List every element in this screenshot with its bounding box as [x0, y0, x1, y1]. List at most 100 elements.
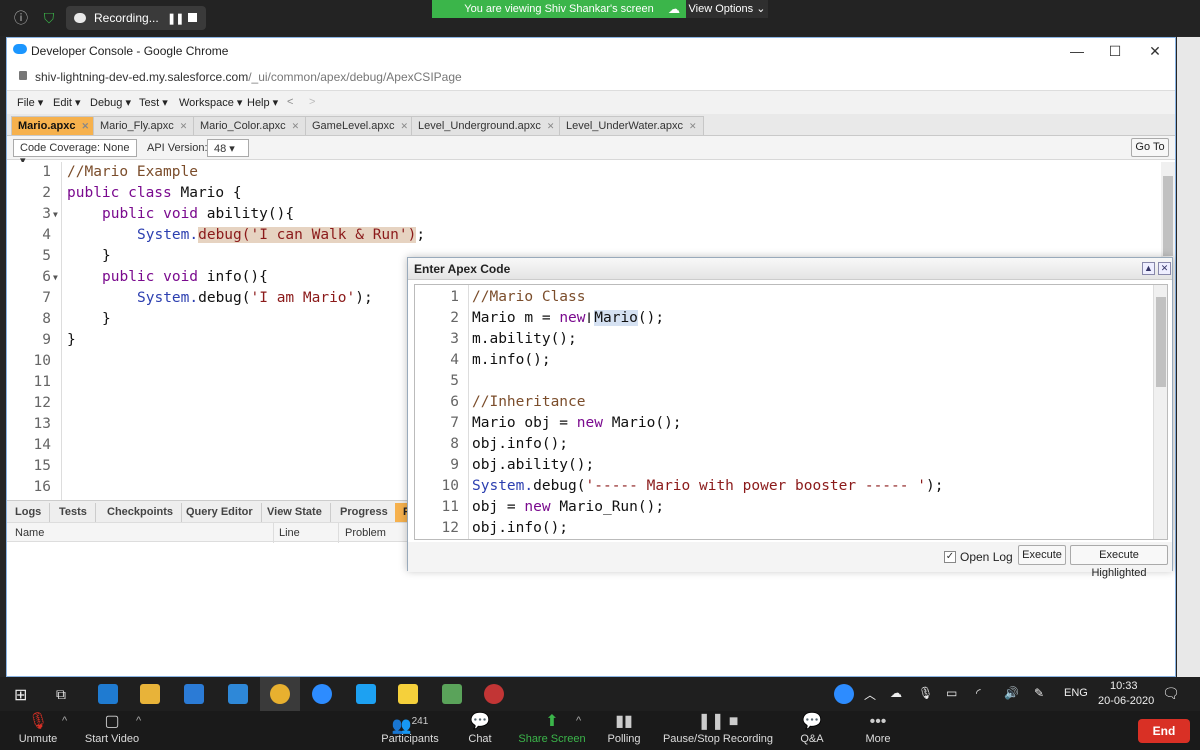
- code-coverage-select[interactable]: Code Coverage: None ▾: [13, 139, 137, 167]
- volume-icon[interactable]: 🔊: [1004, 686, 1019, 700]
- task-view-icon[interactable]: ⧉: [56, 686, 66, 703]
- window-title: Developer Console - Google Chrome: [31, 44, 229, 58]
- goto-button[interactable]: Go To: [1131, 138, 1169, 157]
- chevron-up-icon[interactable]: ^: [576, 715, 581, 727]
- tab-level-underwater[interactable]: Level_UnderWater.apxc ✕: [559, 116, 704, 135]
- execute-button[interactable]: Execute: [1018, 545, 1066, 565]
- address-bar[interactable]: shiv-lightning-dev-ed.my.salesforce.com/…: [7, 64, 1175, 90]
- collapse-icon[interactable]: ▲: [1142, 262, 1155, 275]
- menu-help[interactable]: Help ▾: [247, 96, 278, 109]
- notifications-icon[interactable]: 🗨: [1162, 685, 1180, 702]
- recorder-app-icon[interactable]: [484, 684, 504, 704]
- tab-label: Mario.apxc: [18, 120, 76, 132]
- scrollbar-thumb[interactable]: [1156, 297, 1166, 387]
- close-tab-icon[interactable]: ✕: [401, 121, 409, 132]
- close-tab-icon[interactable]: ✕: [180, 121, 188, 132]
- tab-logs[interactable]: Logs: [7, 503, 51, 523]
- microphone-icon[interactable]: 🎙: [918, 686, 933, 700]
- qa-button[interactable]: 💬 Q&A: [794, 711, 830, 750]
- code-text: debug(: [198, 290, 251, 306]
- apex-code-editor[interactable]: 1 2 3 4 5 6 7 8 9 10 11 12 //Mario Class…: [414, 284, 1168, 540]
- participants-button[interactable]: 👥241 Participants: [378, 711, 442, 750]
- tab-gamelevel[interactable]: GameLevel.apxc ✕: [305, 116, 416, 135]
- tab-query-editor[interactable]: Query Editor: [178, 503, 262, 523]
- menu-file[interactable]: File ▾: [17, 96, 43, 109]
- open-log-checkbox[interactable]: ✓: [944, 551, 956, 563]
- stop-icon[interactable]: [188, 13, 197, 22]
- editor-app-icon[interactable]: [442, 684, 462, 704]
- column-name[interactable]: Name: [15, 527, 44, 539]
- scrollbar-thumb[interactable]: [1163, 176, 1173, 256]
- tab-checkpoints[interactable]: Checkpoints: [99, 503, 183, 523]
- twitter-icon[interactable]: [356, 684, 376, 704]
- clock-time[interactable]: 10:33: [1110, 680, 1138, 692]
- view-options-button[interactable]: View Options ⌄: [686, 0, 768, 18]
- close-tab-icon[interactable]: ✕: [292, 121, 300, 132]
- tab-tests[interactable]: Tests: [51, 503, 96, 523]
- info-icon[interactable]: ⓘ: [12, 9, 30, 27]
- language-indicator[interactable]: ENG: [1064, 687, 1088, 699]
- close-icon[interactable]: ✕: [1145, 41, 1165, 61]
- pause-icon[interactable]: ❚❚: [167, 12, 184, 25]
- line-number: 11: [33, 374, 51, 390]
- file-explorer-icon[interactable]: [140, 684, 160, 704]
- chevron-up-icon[interactable]: ︿: [864, 686, 876, 703]
- back-arrow-icon[interactable]: <: [287, 96, 293, 108]
- pause-stop-recording-button[interactable]: ❚❚ ■ Pause/Stop Recording: [662, 711, 774, 750]
- windows-taskbar: ⊞ ⧉ ︿ ☁ 🎙 ▭ ◜ 🔊 ✎ ENG 10:33 20-06-2020 🗨: [0, 677, 1200, 711]
- fold-arrow-icon[interactable]: ▼: [53, 273, 58, 282]
- store-icon[interactable]: [184, 684, 204, 704]
- line-number: 4: [450, 352, 459, 368]
- chevron-up-icon[interactable]: ^: [62, 715, 67, 727]
- polling-button[interactable]: ▮▮ Polling: [604, 711, 644, 750]
- tab-progress[interactable]: Progress: [332, 503, 397, 523]
- url-text[interactable]: shiv-lightning-dev-ed.my.salesforce.com/…: [35, 70, 462, 84]
- clock-date[interactable]: 20-06-2020: [1098, 695, 1154, 707]
- chrome-icon[interactable]: [270, 684, 290, 704]
- sticky-notes-icon[interactable]: [398, 684, 418, 704]
- tab-mario-fly[interactable]: Mario_Fly.apxc ✕: [93, 116, 195, 135]
- execute-highlighted-button[interactable]: Execute Highlighted: [1070, 545, 1168, 579]
- edge-icon[interactable]: [98, 684, 118, 704]
- onedrive-icon[interactable]: ☁: [890, 686, 902, 700]
- close-tab-icon[interactable]: ✕: [547, 121, 555, 132]
- chevron-up-icon[interactable]: ^: [136, 715, 141, 727]
- shield-icon[interactable]: ⛉: [40, 9, 58, 27]
- minimize-icon[interactable]: —: [1067, 41, 1087, 61]
- menu-edit[interactable]: Edit ▾: [53, 96, 81, 109]
- api-version-select[interactable]: 48 ▾: [207, 139, 249, 157]
- tab-mario-color[interactable]: Mario_Color.apxc ✕: [193, 116, 307, 135]
- cloud-icon: ☁: [668, 2, 680, 16]
- dialog-scrollbar[interactable]: [1153, 285, 1167, 539]
- close-tab-icon[interactable]: ✕: [81, 121, 89, 132]
- unmute-button[interactable]: 🎙 Unmute: [12, 711, 64, 750]
- forward-arrow-icon[interactable]: >: [309, 96, 315, 108]
- mail-icon[interactable]: [228, 684, 248, 704]
- close-tab-icon[interactable]: ✕: [689, 121, 697, 132]
- maximize-icon[interactable]: ☐: [1105, 41, 1125, 61]
- more-button[interactable]: ••• More: [860, 711, 896, 750]
- help-icon[interactable]: [834, 684, 854, 704]
- windows-start-icon[interactable]: ⊞: [14, 685, 27, 705]
- menu-workspace[interactable]: Workspace ▾: [179, 96, 242, 109]
- video-off-icon: ▢: [104, 713, 120, 730]
- menu-debug[interactable]: Debug ▾: [90, 96, 131, 109]
- wifi-icon[interactable]: ◜: [976, 686, 981, 700]
- code-text: debug(: [533, 478, 586, 494]
- zoom-app-icon[interactable]: [312, 684, 332, 704]
- tab-view-state[interactable]: View State: [259, 503, 331, 523]
- start-video-button[interactable]: ▢ Start Video: [80, 711, 144, 750]
- battery-icon[interactable]: ▭: [946, 686, 957, 700]
- tab-mario[interactable]: Mario.apxc ✕: [11, 116, 97, 135]
- pen-icon[interactable]: ✎: [1034, 686, 1044, 700]
- column-problem[interactable]: Problem: [345, 527, 386, 539]
- menu-test[interactable]: Test ▾: [139, 96, 168, 109]
- line-number: 3: [42, 206, 51, 222]
- code-line: m.ability();: [472, 331, 577, 347]
- column-line[interactable]: Line: [279, 527, 300, 539]
- close-dialog-icon[interactable]: ✕: [1158, 262, 1171, 275]
- fold-arrow-icon[interactable]: ▼: [53, 210, 58, 219]
- tab-level-underground[interactable]: Level_Underground.apxc ✕: [411, 116, 562, 135]
- chat-button[interactable]: 💬 Chat: [460, 711, 500, 750]
- end-meeting-button[interactable]: End: [1138, 719, 1190, 743]
